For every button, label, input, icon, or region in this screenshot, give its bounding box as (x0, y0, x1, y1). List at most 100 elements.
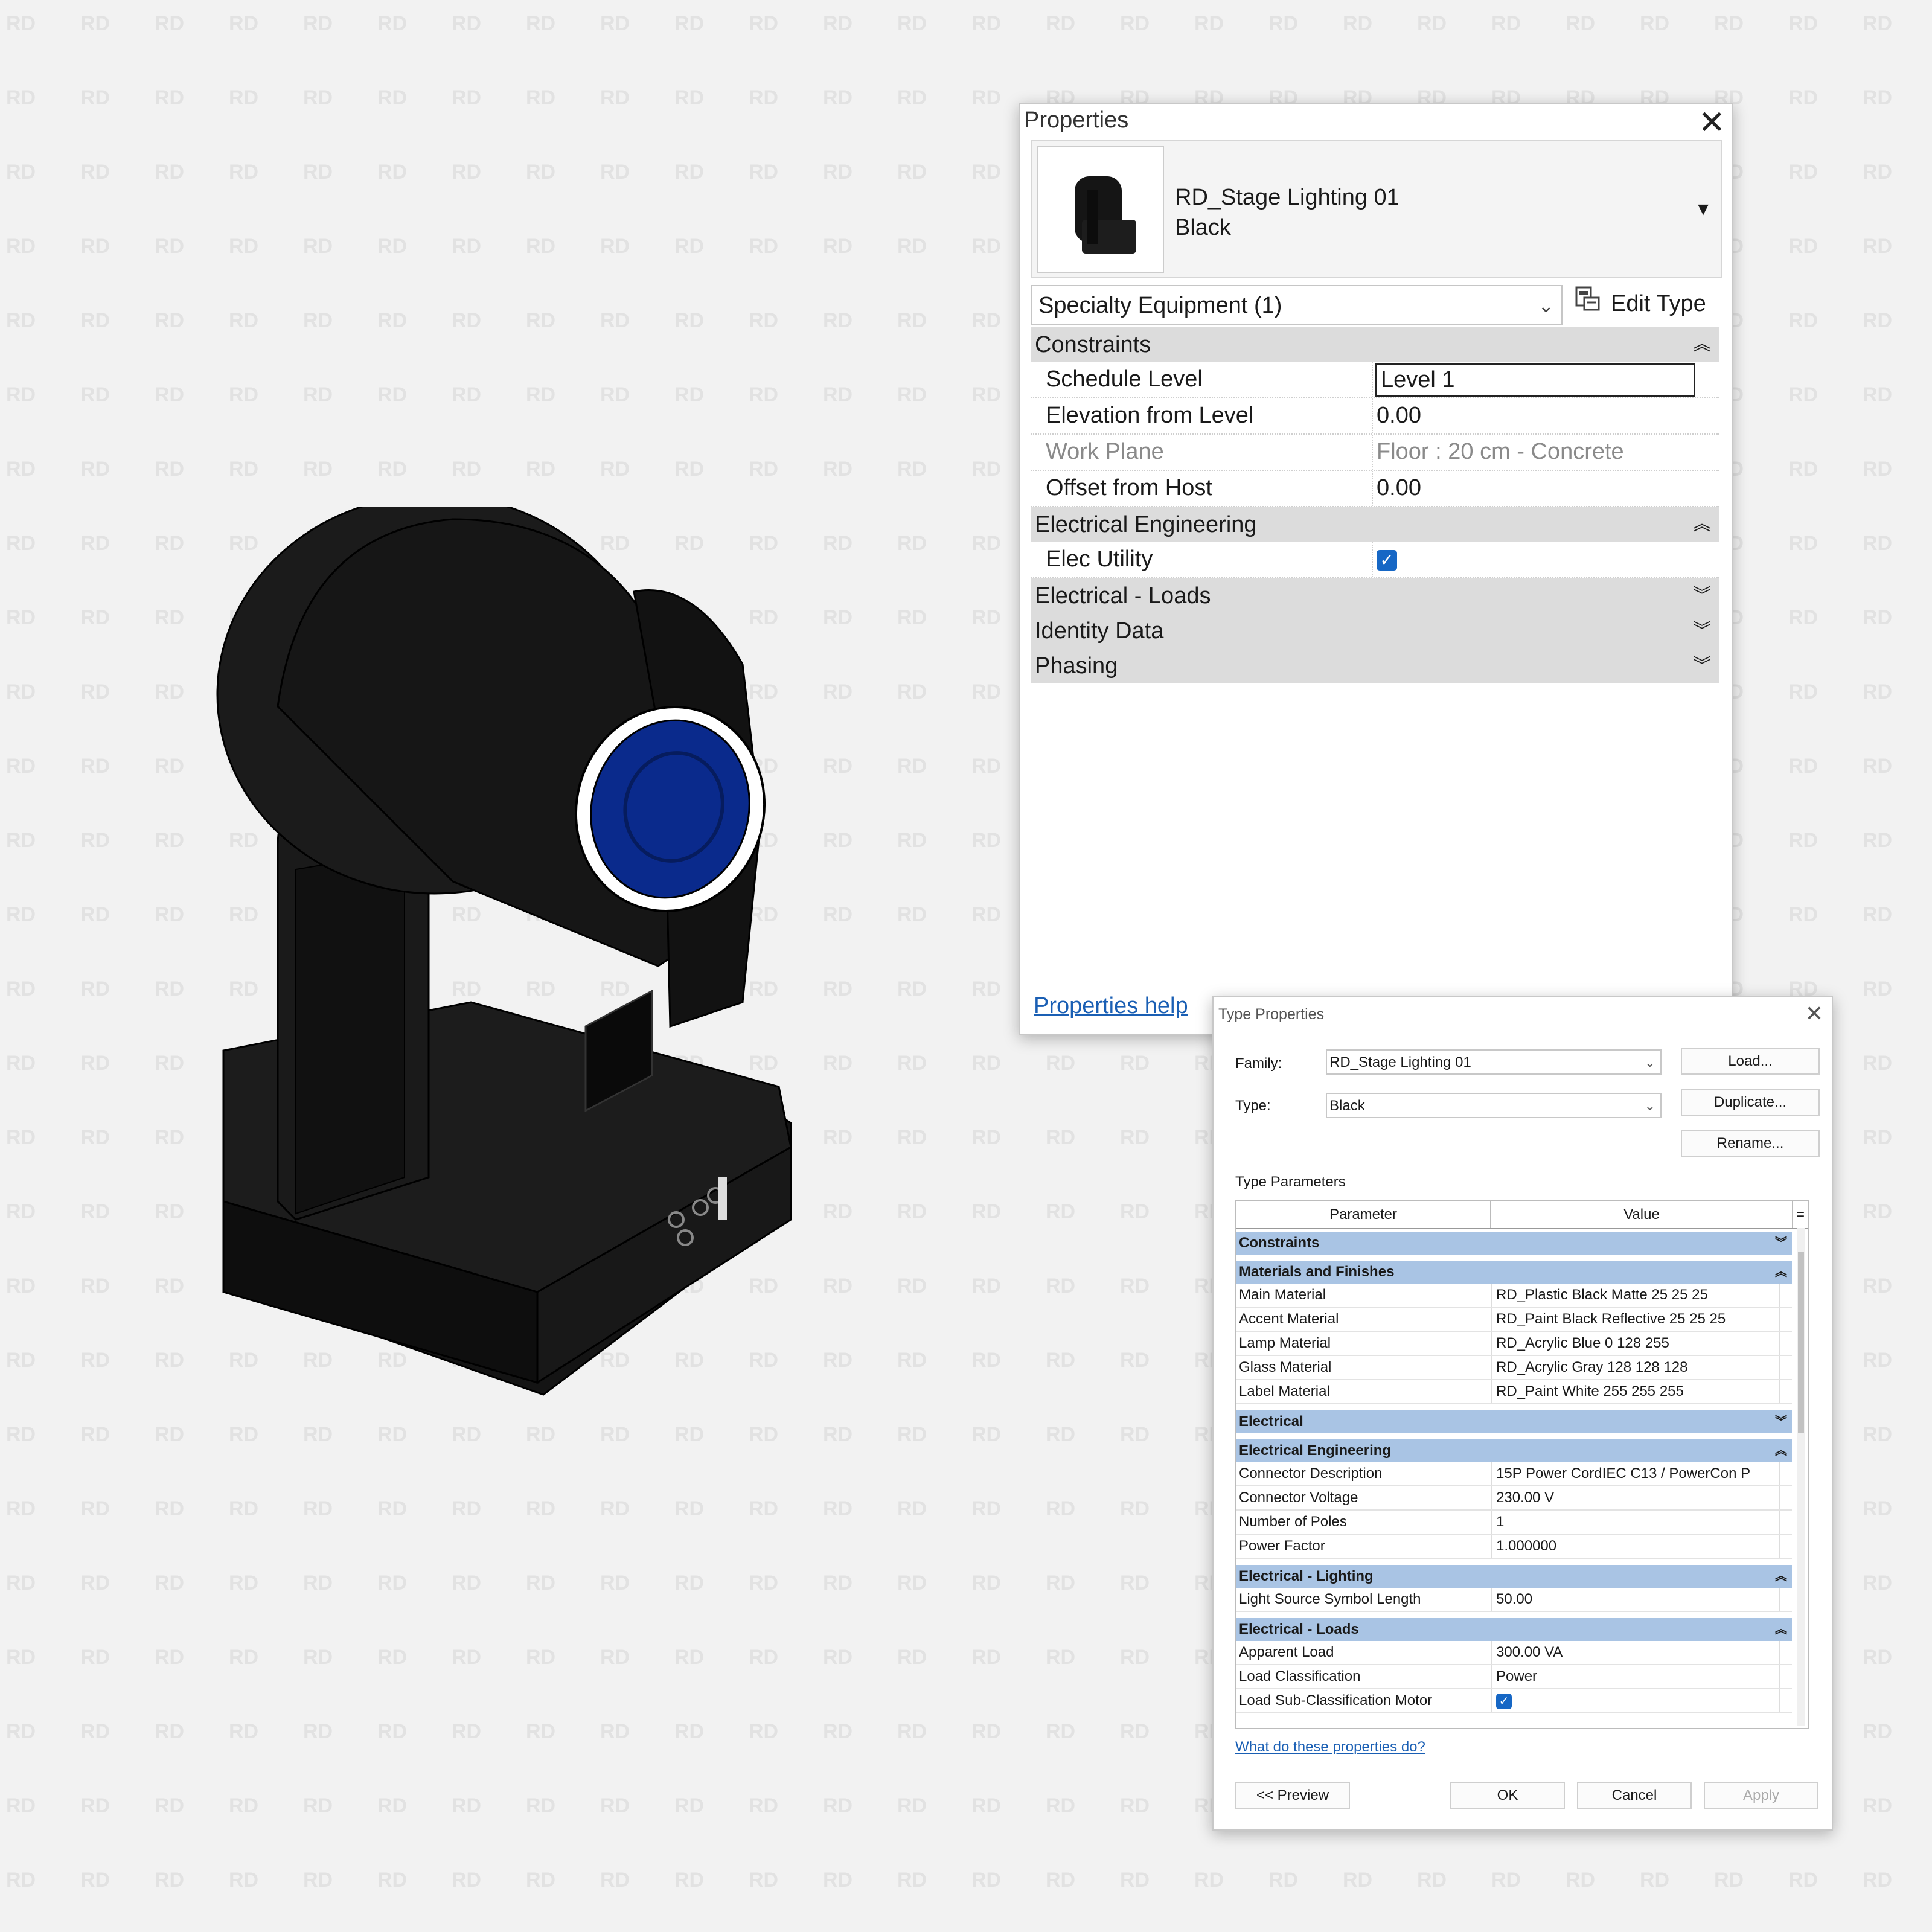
collapse-icon[interactable]: ︽ (1775, 1618, 1787, 1641)
parameter-value[interactable]: RD_Paint Black Reflective 25 25 25 (1492, 1308, 1779, 1331)
vertical-scrollbar[interactable] (1797, 1228, 1805, 1726)
load-sub-classification-motor-checkbox[interactable]: ✓ (1496, 1693, 1512, 1709)
chevron-down-icon[interactable]: ▼ (1694, 199, 1712, 220)
formula-cell[interactable] (1779, 1284, 1792, 1307)
table-row: Load Sub-Classification Motor ✓ (1236, 1689, 1792, 1713)
group-materials[interactable]: Materials and Finishes ︽ (1236, 1261, 1792, 1284)
load-button[interactable]: Load... (1681, 1048, 1820, 1075)
parameter-name: Number of Poles (1236, 1511, 1492, 1534)
expand-icon[interactable]: ︾ (1775, 1410, 1787, 1433)
apply-button[interactable]: Apply (1704, 1782, 1818, 1809)
scrollbar-thumb[interactable] (1798, 1252, 1804, 1433)
collapse-icon[interactable]: ︽ (1693, 327, 1711, 362)
group-constraints[interactable]: Constraints ︽ (1031, 327, 1719, 362)
rename-button[interactable]: Rename... (1681, 1130, 1820, 1157)
parameter-value[interactable]: 230.00 V (1492, 1486, 1779, 1509)
parameter-name: Connector Voltage (1236, 1486, 1492, 1509)
parameter-value[interactable]: 1.000000 (1492, 1535, 1779, 1558)
parameter-value[interactable]: RD_Paint White 255 255 255 (1492, 1380, 1779, 1403)
collapse-icon[interactable]: ︽ (1775, 1439, 1787, 1462)
table-row: Power Factor 1.000000 (1236, 1535, 1792, 1559)
formula-cell[interactable] (1779, 1486, 1792, 1509)
parameter-value[interactable]: 50.00 (1492, 1588, 1779, 1611)
ok-button[interactable]: OK (1450, 1782, 1565, 1809)
parameter-name: Lamp Material (1236, 1332, 1492, 1355)
family-label: Family: (1235, 1055, 1282, 1072)
expand-icon[interactable]: ︾ (1693, 578, 1711, 613)
table-row: Accent Material RD_Paint Black Reflective… (1236, 1308, 1792, 1332)
group-identity-data[interactable]: Identity Data ︾ (1031, 613, 1719, 648)
collapse-icon[interactable]: ︽ (1775, 1565, 1787, 1588)
formula-cell[interactable] (1779, 1511, 1792, 1534)
parameter-name: Power Factor (1236, 1535, 1492, 1558)
group-electrical-loads[interactable]: Electrical - Loads ︾ (1031, 578, 1719, 613)
group-label: Electrical - Loads (1239, 1621, 1359, 1637)
preview-button[interactable]: << Preview (1235, 1782, 1350, 1809)
formula-cell[interactable] (1779, 1535, 1792, 1558)
column-header-parameter[interactable]: Parameter (1236, 1201, 1491, 1228)
group-phasing[interactable]: Phasing ︾ (1031, 648, 1719, 683)
type-parameters-table: Parameter Value = Constraints ︾ Materials… (1235, 1200, 1809, 1729)
group-electrical-loads[interactable]: Electrical - Loads ︽ (1236, 1618, 1792, 1641)
parameter-name: Label Material (1236, 1380, 1492, 1403)
property-label: Elevation from Level (1031, 398, 1373, 433)
work-plane-value: Floor : 20 cm - Concrete (1377, 439, 1624, 464)
formula-cell[interactable] (1779, 1380, 1792, 1403)
properties-help-link[interactable]: Properties help (1034, 993, 1188, 1019)
elevation-field[interactable]: 0.00 (1373, 398, 1719, 433)
group-constraints[interactable]: Constraints ︾ (1236, 1232, 1792, 1255)
edit-type-button[interactable]: Edit Type (1575, 283, 1719, 325)
table-row: Number of Poles 1 (1236, 1511, 1792, 1535)
cancel-button[interactable]: Cancel (1577, 1782, 1692, 1809)
formula-cell[interactable] (1779, 1588, 1792, 1611)
duplicate-button[interactable]: Duplicate... (1681, 1089, 1820, 1116)
type-dropdown[interactable]: Black ⌄ (1326, 1093, 1662, 1118)
table-row: Connector Description 15P Power CordIEC C… (1236, 1462, 1792, 1486)
group-electrical[interactable]: Electrical ︾ (1236, 1410, 1792, 1433)
schedule-level-field[interactable]: Level 1 (1375, 363, 1695, 397)
group-electrical-engineering[interactable]: Electrical Engineering ︽ (1031, 507, 1719, 542)
expand-icon[interactable]: ︾ (1693, 613, 1711, 648)
type-label: Type: (1235, 1098, 1271, 1114)
parameter-name: Load Sub-Classification Motor (1236, 1689, 1492, 1712)
expand-icon[interactable]: ︾ (1693, 648, 1711, 683)
close-icon[interactable]: ✕ (1805, 1001, 1823, 1026)
expand-icon[interactable]: ︾ (1775, 1232, 1787, 1255)
group-label: Electrical - Lighting (1239, 1568, 1374, 1584)
type-selector[interactable]: RD_Stage Lighting 01 Black ▼ (1031, 140, 1722, 278)
collapse-icon[interactable]: ︽ (1775, 1261, 1787, 1284)
formula-cell[interactable] (1779, 1332, 1792, 1355)
column-header-value[interactable]: Value (1491, 1201, 1793, 1228)
table-row: Apparent Load 300.00 VA (1236, 1641, 1792, 1665)
parameter-value[interactable]: RD_Acrylic Gray 128 128 128 (1492, 1356, 1779, 1379)
collapse-icon[interactable]: ︽ (1693, 507, 1711, 542)
edit-type-icon (1575, 284, 1601, 326)
group-electrical-lighting[interactable]: Electrical - Lighting ︽ (1236, 1565, 1792, 1588)
formula-cell[interactable] (1779, 1462, 1792, 1485)
property-label: Elec Utility (1031, 542, 1373, 577)
group-label: Materials and Finishes (1239, 1264, 1395, 1280)
family-dropdown[interactable]: RD_Stage Lighting 01 ⌄ (1326, 1049, 1662, 1075)
parameter-name: Accent Material (1236, 1308, 1492, 1331)
category-filter-dropdown[interactable]: Specialty Equipment (1) ⌄ (1031, 285, 1563, 325)
formula-cell[interactable] (1779, 1665, 1792, 1688)
formula-cell[interactable] (1779, 1641, 1792, 1664)
parameter-value[interactable]: 1 (1492, 1511, 1779, 1534)
group-electrical-engineering[interactable]: Electrical Engineering ︽ (1236, 1439, 1792, 1462)
parameter-value[interactable]: Power (1492, 1665, 1779, 1688)
close-icon[interactable]: ✕ (1698, 104, 1726, 141)
formula-cell[interactable] (1779, 1689, 1792, 1712)
parameter-value[interactable]: RD_Plastic Black Matte 25 25 25 (1492, 1284, 1779, 1307)
parameter-value[interactable]: 15P Power CordIEC C13 / PowerCon P (1492, 1462, 1779, 1485)
column-header-equals[interactable]: = (1793, 1201, 1808, 1228)
elec-utility-checkbox[interactable]: ✓ (1377, 549, 1397, 571)
formula-cell[interactable] (1779, 1356, 1792, 1379)
group-label: Constraints (1035, 332, 1151, 357)
offset-field[interactable]: 0.00 (1373, 471, 1719, 506)
parameter-value[interactable]: RD_Acrylic Blue 0 128 255 (1492, 1332, 1779, 1355)
formula-cell[interactable] (1779, 1308, 1792, 1331)
group-label: Electrical Engineering (1239, 1442, 1392, 1459)
help-link[interactable]: What do these properties do? (1235, 1739, 1425, 1756)
parameter-name: Apparent Load (1236, 1641, 1492, 1664)
parameter-value[interactable]: 300.00 VA (1492, 1641, 1779, 1664)
